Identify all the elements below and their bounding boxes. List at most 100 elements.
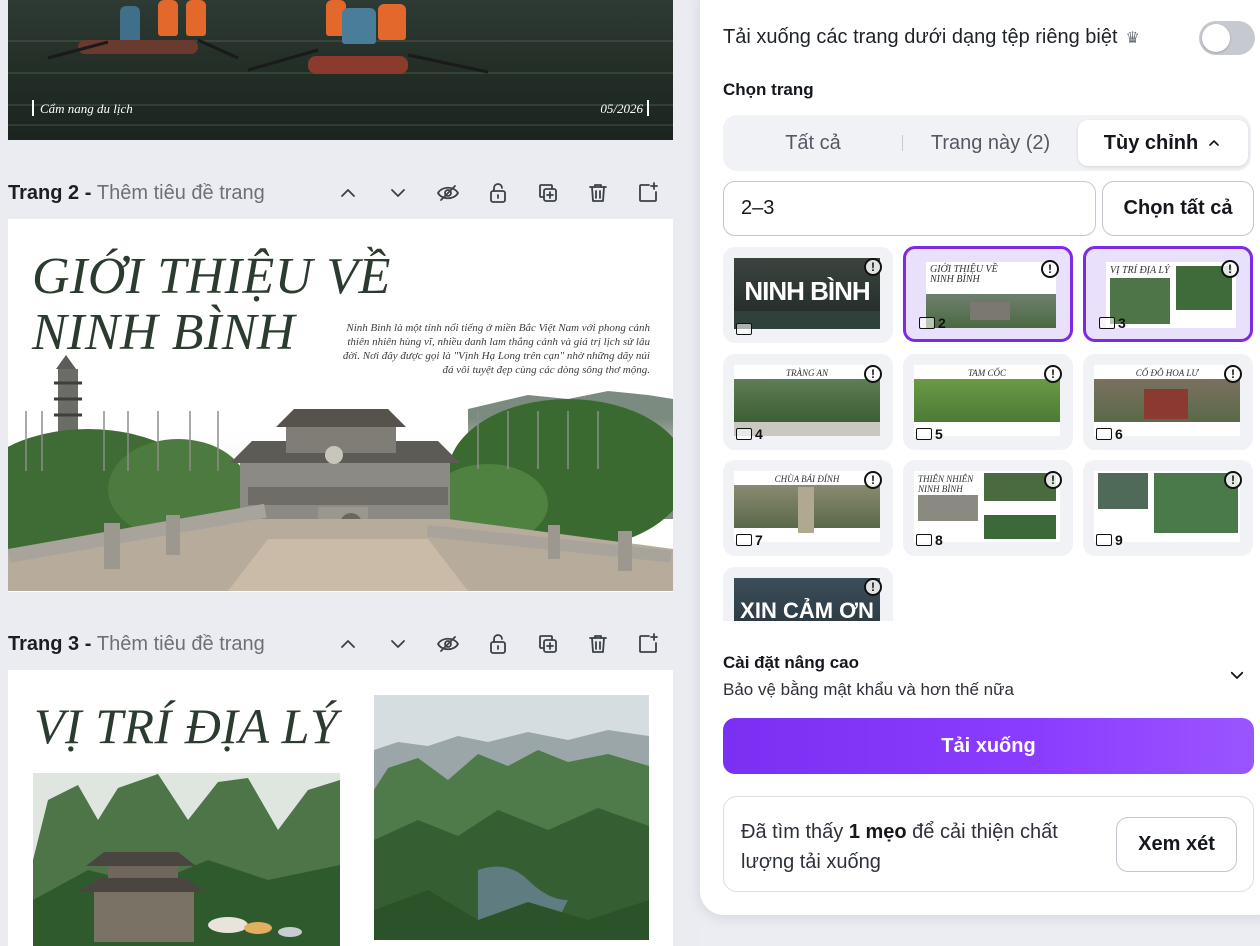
download-button[interactable]: Tải xuống [723, 718, 1254, 774]
thumbnail-title: TAM CỐC [967, 368, 1007, 378]
page-number: 9 [1096, 532, 1123, 548]
chevron-up-icon [341, 640, 355, 648]
presenter-icon [1096, 428, 1112, 440]
thumbnail-title: XIN CẢM ƠN [740, 598, 874, 621]
delete-page-button[interactable] [573, 626, 623, 662]
advanced-settings-subtitle: Bảo vệ bằng mật khẩu và hơn thế nữa [723, 680, 1014, 699]
page-range-input[interactable]: 2–3 [723, 181, 1096, 236]
page-thumbnail-10[interactable]: XIN CẢM ƠN ! [723, 567, 893, 621]
presenter-icon [916, 534, 932, 546]
page-thumbnail-8[interactable]: THIÊN NHIÊN NINH BÌNH ! 8 [903, 460, 1073, 556]
move-up-button[interactable] [323, 626, 373, 662]
crown-icon: ♛ [1125, 29, 1140, 47]
landscape-images [33, 695, 649, 946]
page-scope-tabs: Tất cả Trang này (2) Tùy chỉnh [723, 115, 1251, 171]
trash-icon [589, 635, 607, 653]
tab-all[interactable]: Tất cả [723, 115, 903, 171]
warning-icon: ! [1044, 471, 1062, 489]
page-3-toolbar: Trang 3 - Thêm tiêu đề trang [8, 626, 673, 662]
page-number: 4 [736, 426, 763, 442]
eye-hide-icon [437, 636, 459, 652]
page-thumbnail-1[interactable]: NINH BÌNH ! [723, 247, 893, 343]
move-down-button[interactable] [373, 175, 423, 211]
page-thumbnail-7[interactable]: CHÙA BÁI ĐÍNH ! 7 [723, 460, 893, 556]
advanced-settings-title[interactable]: Cài đặt nâng cao [723, 653, 859, 673]
warning-icon: ! [864, 471, 882, 489]
thumbnail-title: GIỚI THIỆU VỀ NINH BÌNH [930, 264, 998, 285]
page-number: 8 [916, 532, 943, 548]
chevron-up-icon [341, 189, 355, 197]
page-1-caption-right: 05/2026 [600, 101, 643, 116]
lock-page-button[interactable] [473, 175, 523, 211]
duplicate-icon [539, 635, 557, 653]
chevron-down-icon [391, 640, 405, 648]
delete-page-button[interactable] [573, 175, 623, 211]
eye-hide-icon [437, 185, 459, 201]
page-thumbnail-3[interactable]: VỊ TRÍ ĐỊA LÝ ! 3 [1083, 246, 1253, 342]
lock-page-button[interactable] [473, 626, 523, 662]
separate-files-row: Tải xuống các trang dưới dạng tệp riêng … [723, 26, 1140, 49]
page-number [736, 323, 755, 335]
presenter-icon [1099, 317, 1115, 329]
trash-icon [589, 184, 607, 202]
warning-icon: ! [1224, 365, 1242, 383]
thumbnail-title: VỊ TRÍ ĐỊA LÝ [1110, 265, 1170, 276]
toggle-knob [1202, 24, 1230, 52]
warning-icon: ! [1041, 260, 1059, 278]
warning-icon: ! [864, 365, 882, 383]
duplicate-page-button[interactable] [523, 175, 573, 211]
move-up-button[interactable] [323, 175, 373, 211]
warning-icon: ! [864, 258, 882, 276]
separate-files-label: Tải xuống các trang dưới dạng tệp riêng … [723, 26, 1118, 48]
page-thumbnail-6[interactable]: CỐ ĐÔ HOA LƯ ! 6 [1083, 354, 1253, 450]
page-1-caption-left: Cẩm nang du lịch [40, 101, 133, 116]
presenter-icon [916, 428, 932, 440]
lock-icon [490, 183, 506, 203]
quality-tip-card: Đã tìm thấy 1 mẹo để cải thiện chất lượn… [723, 796, 1254, 892]
warning-icon: ! [864, 578, 882, 596]
separate-files-toggle[interactable] [1199, 21, 1255, 55]
page-2-title[interactable]: Trang 2 - Thêm tiêu đề trang [8, 182, 265, 205]
add-page-icon [639, 633, 658, 653]
review-button[interactable]: Xem xét [1116, 817, 1237, 872]
warning-icon: ! [1221, 260, 1239, 278]
move-down-button[interactable] [373, 626, 423, 662]
page-3-title[interactable]: Trang 3 - Thêm tiêu đề trang [8, 633, 265, 656]
presenter-icon [736, 323, 752, 335]
page-thumbnail-2[interactable]: GIỚI THIỆU VỀ NINH BÌNH ! 2 [903, 246, 1073, 342]
page-thumbnail-5[interactable]: TAM CỐC ! 5 [903, 354, 1073, 450]
chevron-down-icon [391, 189, 405, 197]
presenter-icon [1096, 534, 1112, 546]
page-number: 7 [736, 532, 763, 548]
hide-page-button[interactable] [423, 175, 473, 211]
add-page-button[interactable] [623, 175, 673, 211]
tab-custom[interactable]: Tùy chỉnh [1078, 120, 1248, 166]
presenter-icon [736, 534, 752, 546]
chevron-down-icon[interactable] [1228, 666, 1246, 684]
thumbnail-title: CHÙA BÁI ĐÍNH [774, 474, 840, 484]
page-2-preview[interactable]: GIỚI THIỆU VỀ NINH BÌNH Ninh Bình là một… [8, 219, 673, 592]
add-page-button[interactable] [623, 626, 673, 662]
presenter-icon [919, 317, 935, 329]
editor-canvas: Cẩm nang du lịch 05/2026 Trang 2 - Thêm … [0, 0, 700, 946]
temple-scene-image [8, 355, 673, 591]
select-pages-label: Chọn trang [723, 80, 814, 99]
duplicate-page-button[interactable] [523, 626, 573, 662]
page-2-toolbar: Trang 2 - Thêm tiêu đề trang [8, 175, 673, 211]
select-all-button[interactable]: Chọn tất cả [1102, 181, 1254, 236]
quality-tip-text: Đã tìm thấy 1 mẹo để cải thiện chất lượn… [741, 821, 1058, 873]
lock-icon [490, 634, 506, 654]
page-3-preview[interactable]: VỊ TRÍ ĐỊA LÝ [8, 670, 673, 946]
page-thumbnail-4[interactable]: TRÀNG AN ! 4 [723, 354, 893, 450]
page-number: 6 [1096, 426, 1123, 442]
page-thumbnail-9[interactable]: ! 9 [1083, 460, 1253, 556]
download-panel: Tải xuống các trang dưới dạng tệp riêng … [700, 0, 1260, 915]
hide-page-button[interactable] [423, 626, 473, 662]
thumbnail-title: TRÀNG AN [785, 368, 829, 378]
warning-icon: ! [1224, 471, 1242, 489]
page-1-preview[interactable]: Cẩm nang du lịch 05/2026 [8, 0, 673, 140]
tab-this-page[interactable]: Trang này (2) [903, 115, 1078, 171]
page-number: 3 [1099, 315, 1126, 331]
thumbnail-title: THIÊN NHIÊN NINH BÌNH [918, 474, 974, 494]
chevron-up-icon [1209, 140, 1220, 146]
